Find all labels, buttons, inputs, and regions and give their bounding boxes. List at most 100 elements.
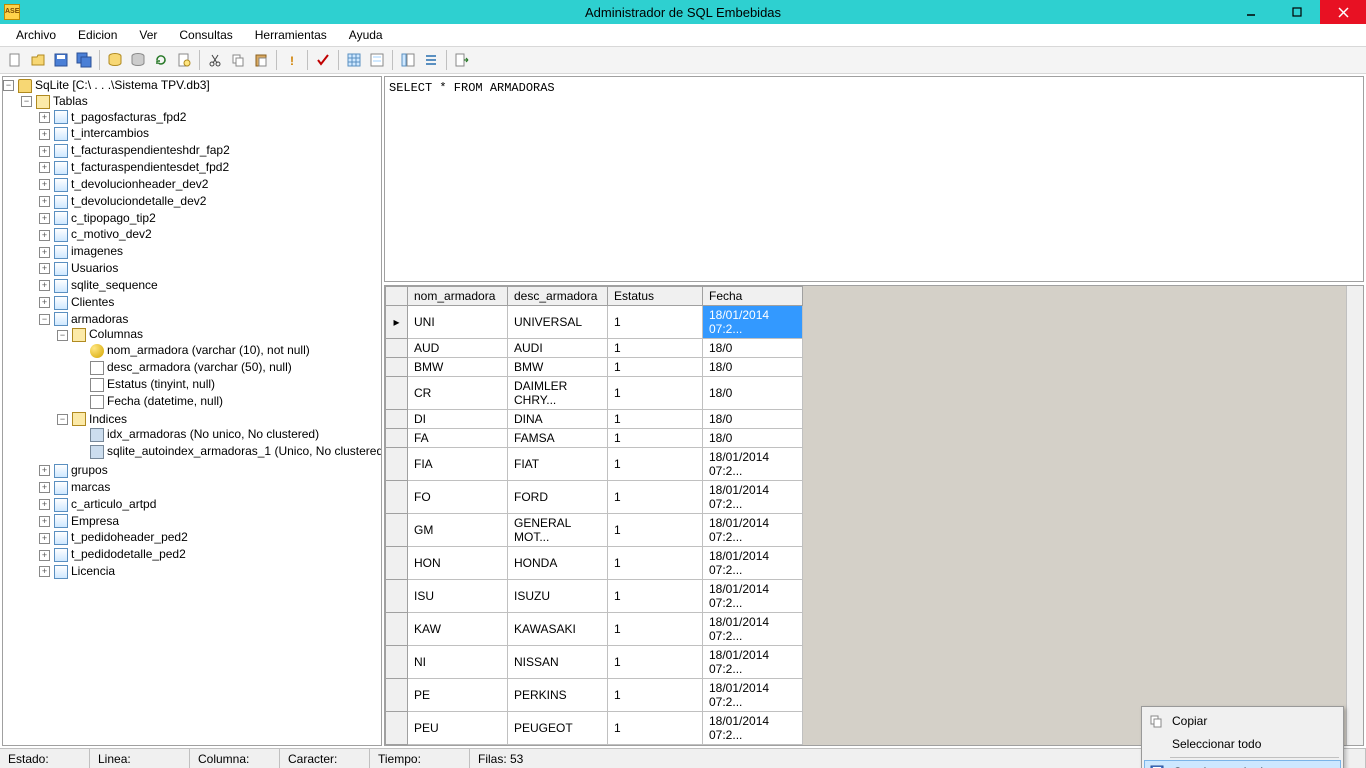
tree-item[interactable]: c_articulo_artpd xyxy=(71,497,156,511)
new-icon[interactable] xyxy=(4,49,26,71)
col-header[interactable]: Fecha xyxy=(703,287,803,306)
table-row[interactable]: DIDINA118/0 xyxy=(386,410,803,429)
tree-column[interactable]: Fecha (datetime, null) xyxy=(107,394,223,408)
save-icon[interactable] xyxy=(50,49,72,71)
row-selector[interactable] xyxy=(386,429,408,448)
row-selector[interactable] xyxy=(386,377,408,410)
saveall-icon[interactable] xyxy=(73,49,95,71)
cell[interactable]: KAWASAKI xyxy=(508,613,608,646)
explorer-icon[interactable] xyxy=(397,49,419,71)
cell[interactable]: 1 xyxy=(608,358,703,377)
col-header[interactable]: desc_armadora xyxy=(508,287,608,306)
table-row[interactable]: ISUISUZU118/01/2014 07:2... xyxy=(386,580,803,613)
cell[interactable]: 1 xyxy=(608,410,703,429)
cell[interactable]: 18/01/2014 07:2... xyxy=(703,580,803,613)
cell[interactable]: PE xyxy=(408,679,508,712)
cell[interactable]: ISU xyxy=(408,580,508,613)
row-selector[interactable] xyxy=(386,358,408,377)
cell[interactable]: KAW xyxy=(408,613,508,646)
menu-ver[interactable]: Ver xyxy=(129,26,167,44)
col-header[interactable]: Estatus xyxy=(608,287,703,306)
cell[interactable]: 1 xyxy=(608,514,703,547)
cell[interactable]: 18/01/2014 07:2... xyxy=(703,514,803,547)
cell[interactable]: 1 xyxy=(608,547,703,580)
tree-column[interactable]: Estatus (tinyint, null) xyxy=(107,377,215,391)
cell[interactable]: HONDA xyxy=(508,547,608,580)
cell[interactable]: AUD xyxy=(408,339,508,358)
tree-column[interactable]: nom_armadora (varchar (10), not null) xyxy=(107,343,310,357)
menu-consultas[interactable]: Consultas xyxy=(169,26,242,44)
object-explorer[interactable]: −SqLite [C:\ . . .\Sistema TPV.db3] −Tab… xyxy=(2,76,382,746)
table-row[interactable]: PEPERKINS118/01/2014 07:2... xyxy=(386,679,803,712)
cell[interactable]: 1 xyxy=(608,481,703,514)
cell[interactable]: 18/01/2014 07:2... xyxy=(703,448,803,481)
row-selector[interactable] xyxy=(386,481,408,514)
tree-item[interactable]: t_pagosfacturas_fpd2 xyxy=(71,110,186,124)
row-selector[interactable] xyxy=(386,514,408,547)
export-icon[interactable] xyxy=(451,49,473,71)
tree-item[interactable]: t_intercambios xyxy=(71,126,149,140)
cell[interactable]: FAMSA xyxy=(508,429,608,448)
table-row[interactable]: KAWKAWASAKI118/01/2014 07:2... xyxy=(386,613,803,646)
cell[interactable]: 18/01/2014 07:2... xyxy=(703,646,803,679)
menu-ayuda[interactable]: Ayuda xyxy=(339,26,393,44)
row-selector[interactable] xyxy=(386,613,408,646)
table-row[interactable]: GMGENERAL MOT...118/01/2014 07:2... xyxy=(386,514,803,547)
cell[interactable]: PEU xyxy=(408,712,508,745)
refresh-icon[interactable] xyxy=(150,49,172,71)
row-selector[interactable] xyxy=(386,339,408,358)
tree-index[interactable]: idx_armadoras (No unico, No clustered) xyxy=(107,427,319,441)
cut-icon[interactable] xyxy=(204,49,226,71)
sql-editor[interactable]: SELECT * FROM ARMADORAS xyxy=(384,76,1364,282)
cell[interactable]: 1 xyxy=(608,613,703,646)
cell[interactable]: DI xyxy=(408,410,508,429)
table-row[interactable]: FAFAMSA118/0 xyxy=(386,429,803,448)
cell[interactable]: 18/0 xyxy=(703,339,803,358)
tree-item[interactable]: t_pedidodetalle_ped2 xyxy=(71,547,186,561)
cell[interactable]: ISUZU xyxy=(508,580,608,613)
tree-item[interactable]: grupos xyxy=(71,463,108,477)
cell[interactable]: 18/01/2014 07:2... xyxy=(703,679,803,712)
cell[interactable]: 18/0 xyxy=(703,358,803,377)
cell[interactable]: UNIVERSAL xyxy=(508,306,608,339)
menu-edicion[interactable]: Edicion xyxy=(68,26,127,44)
tree-item[interactable]: Usuarios xyxy=(71,261,118,275)
db-open-icon[interactable] xyxy=(104,49,126,71)
cell[interactable]: 1 xyxy=(608,429,703,448)
cell[interactable]: CR xyxy=(408,377,508,410)
tree-item[interactable]: Licencia xyxy=(71,564,115,578)
copy-icon[interactable] xyxy=(227,49,249,71)
menu-herramientas[interactable]: Herramientas xyxy=(245,26,337,44)
cell[interactable]: GENERAL MOT... xyxy=(508,514,608,547)
cell[interactable]: NI xyxy=(408,646,508,679)
row-selector[interactable] xyxy=(386,547,408,580)
cell[interactable]: BMW xyxy=(508,358,608,377)
open-icon[interactable] xyxy=(27,49,49,71)
tree-item[interactable]: c_motivo_dev2 xyxy=(71,227,152,241)
menu-archivo[interactable]: Archivo xyxy=(6,26,66,44)
row-selector[interactable] xyxy=(386,679,408,712)
ctx-copy[interactable]: Copiar xyxy=(1144,709,1341,732)
tree-column[interactable]: desc_armadora (varchar (50), null) xyxy=(107,360,292,374)
cell[interactable]: 1 xyxy=(608,646,703,679)
maximize-button[interactable] xyxy=(1274,0,1320,24)
table-row[interactable]: BMWBMW118/0 xyxy=(386,358,803,377)
tree-item[interactable]: t_facturaspendienteshdr_fap2 xyxy=(71,143,230,157)
col-header[interactable]: nom_armadora xyxy=(408,287,508,306)
db-close-icon[interactable] xyxy=(127,49,149,71)
close-button[interactable] xyxy=(1320,0,1366,24)
cell[interactable]: 18/01/2014 07:2... xyxy=(703,547,803,580)
tree-root[interactable]: SqLite [C:\ . . .\Sistema TPV.db3] xyxy=(35,78,210,92)
table-row[interactable]: ▸UNIUNIVERSAL118/01/2014 07:2... xyxy=(386,306,803,339)
tree-index[interactable]: sqlite_autoindex_armadoras_1 (Unico, No … xyxy=(107,444,382,458)
tree-item[interactable]: t_pedidoheader_ped2 xyxy=(71,530,188,544)
tree-item[interactable]: t_facturaspendientesdet_fpd2 xyxy=(71,160,229,174)
table-row[interactable]: FOFORD118/01/2014 07:2... xyxy=(386,481,803,514)
table-row[interactable]: NINISSAN118/01/2014 07:2... xyxy=(386,646,803,679)
table-row[interactable]: PEUPEUGEOT118/01/2014 07:2... xyxy=(386,712,803,745)
cell[interactable]: FORD xyxy=(508,481,608,514)
cell[interactable]: FO xyxy=(408,481,508,514)
tree-item[interactable]: Clientes xyxy=(71,295,114,309)
cell[interactable]: HON xyxy=(408,547,508,580)
row-selector[interactable]: ▸ xyxy=(386,306,408,339)
